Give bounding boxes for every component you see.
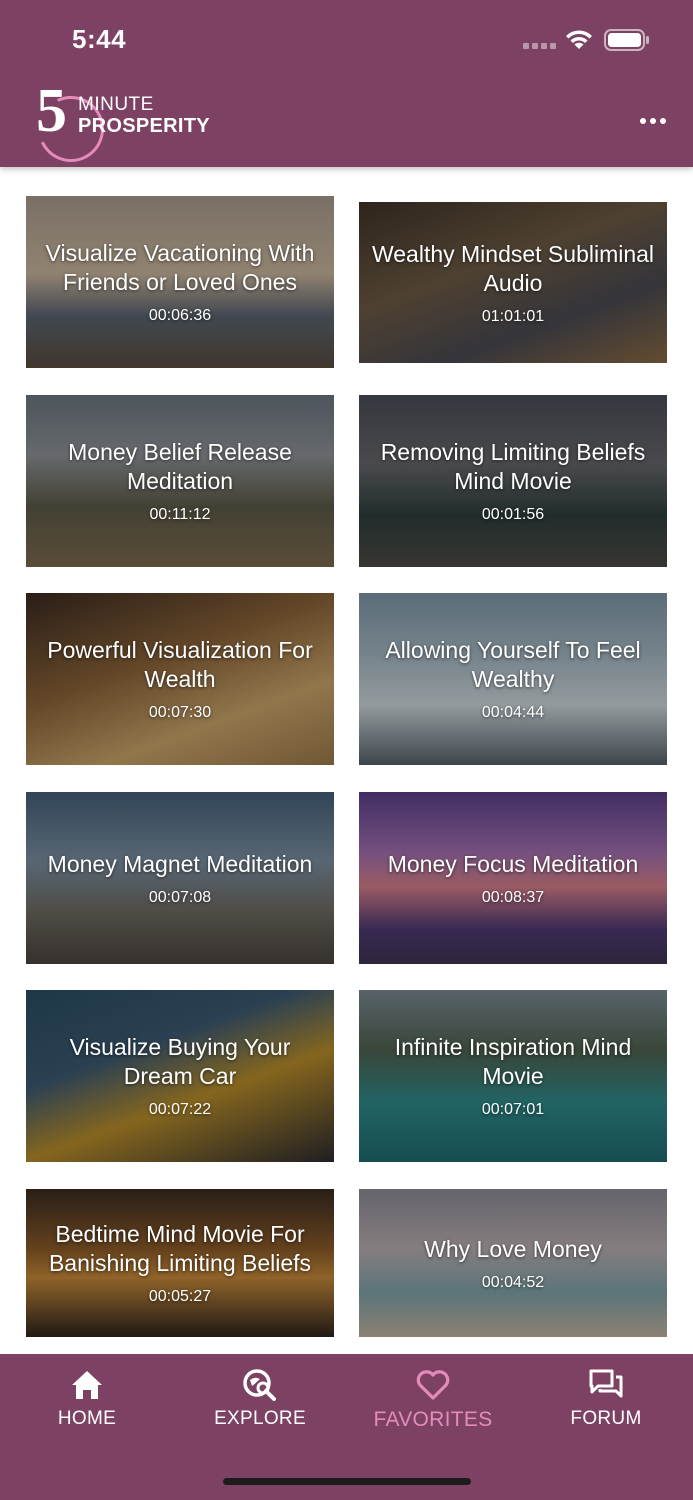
card-duration: 00:04:52 bbox=[481, 1273, 545, 1291]
wifi-icon bbox=[566, 30, 592, 49]
card-duration: 01:01:01 bbox=[481, 307, 545, 325]
card-duration: 00:06:36 bbox=[148, 307, 212, 324]
nav-home[interactable]: HOME bbox=[12, 1368, 162, 1438]
card-title: Money Magnet Meditation bbox=[47, 850, 313, 877]
card-duration: 00:07:01 bbox=[481, 1101, 545, 1118]
cellular-signal-icon bbox=[523, 43, 556, 49]
card-title: Money Focus Meditation bbox=[387, 850, 639, 877]
card-duration: 00:07:22 bbox=[148, 1101, 212, 1118]
nav-label: FORUM bbox=[570, 1408, 642, 1429]
top-app-bar: 5:44 5 MINUTE PROSPERITY bbox=[0, 0, 693, 172]
meditation-card[interactable]: Bedtime Mind Movie For Banishing Limitin… bbox=[26, 1189, 334, 1337]
card-duration: 00:08:37 bbox=[481, 888, 545, 906]
card-duration: 00:01:56 bbox=[481, 506, 545, 523]
nav-label: HOME bbox=[57, 1408, 117, 1429]
forum-icon bbox=[588, 1368, 624, 1402]
meditation-card[interactable]: Money Belief Release Meditation 00:11:12 bbox=[26, 395, 334, 567]
nav-label: EXPLORE bbox=[214, 1408, 306, 1429]
heart-icon bbox=[415, 1368, 451, 1402]
meditation-card[interactable]: Money Focus Meditation 00:08:37 bbox=[359, 792, 667, 964]
card-duration: 00:07:30 bbox=[148, 704, 212, 721]
card-duration: 00:11:12 bbox=[149, 506, 211, 523]
card-title: Bedtime Mind Movie For Banishing Limitin… bbox=[48, 1221, 312, 1276]
logo-line-2: PROSPERITY bbox=[78, 115, 210, 137]
meditation-card[interactable]: Wealthy Mindset Subliminal Audio 01:01:0… bbox=[359, 202, 667, 363]
nav-label: FAVORITES bbox=[373, 1408, 493, 1431]
logo-line-1: MINUTE bbox=[78, 94, 154, 115]
meditation-card[interactable]: Why Love Money 00:04:52 bbox=[359, 1189, 667, 1337]
card-title: Powerful Visualization For Wealth bbox=[47, 637, 313, 692]
favorites-grid: Visualize Vacationing With Friends or Lo… bbox=[0, 167, 693, 1354]
card-duration: 00:05:27 bbox=[148, 1288, 212, 1305]
meditation-card[interactable]: Removing Limiting Beliefs Mind Movie 00:… bbox=[359, 395, 667, 567]
card-title: Why Love Money bbox=[424, 1235, 602, 1262]
home-indicator[interactable] bbox=[223, 1478, 471, 1485]
card-title: Money Belief Release Meditation bbox=[68, 439, 292, 494]
explore-icon bbox=[242, 1368, 278, 1402]
app-logo: 5 MINUTE PROSPERITY bbox=[28, 80, 216, 172]
more-options-icon[interactable] bbox=[640, 118, 666, 124]
meditation-card[interactable]: Money Magnet Meditation 00:07:08 bbox=[26, 792, 334, 964]
meditation-card[interactable]: Powerful Visualization For Wealth 00:07:… bbox=[26, 593, 334, 765]
nav-forum[interactable]: FORUM bbox=[531, 1368, 681, 1438]
meditation-card[interactable]: Visualize Buying Your Dream Car 00:07:22 bbox=[26, 990, 334, 1162]
logo-digit: 5 bbox=[36, 77, 67, 145]
card-title: Allowing Yourself To Feel Wealthy bbox=[385, 637, 641, 692]
home-icon bbox=[69, 1368, 105, 1402]
status-time: 5:44 bbox=[72, 24, 127, 54]
card-title: Visualize Buying Your Dream Car bbox=[69, 1034, 291, 1089]
meditation-card[interactable]: Infinite Inspiration Mind Movie 00:07:01 bbox=[359, 990, 667, 1162]
card-title: Removing Limiting Beliefs Mind Movie bbox=[380, 439, 646, 494]
meditation-card[interactable]: Allowing Yourself To Feel Wealthy 00:04:… bbox=[359, 593, 667, 765]
card-title: Visualize Vacationing With Friends or Lo… bbox=[45, 240, 315, 295]
card-title: Infinite Inspiration Mind Movie bbox=[394, 1034, 632, 1089]
meditation-card[interactable]: Visualize Vacationing With Friends or Lo… bbox=[26, 196, 334, 368]
card-duration: 00:07:08 bbox=[148, 888, 212, 906]
card-duration: 00:04:44 bbox=[481, 704, 545, 721]
battery-icon bbox=[604, 29, 649, 51]
nav-explore[interactable]: EXPLORE bbox=[185, 1368, 335, 1438]
nav-favorites[interactable]: FAVORITES bbox=[358, 1368, 508, 1438]
card-title: Wealthy Mindset Subliminal Audio bbox=[371, 240, 655, 296]
